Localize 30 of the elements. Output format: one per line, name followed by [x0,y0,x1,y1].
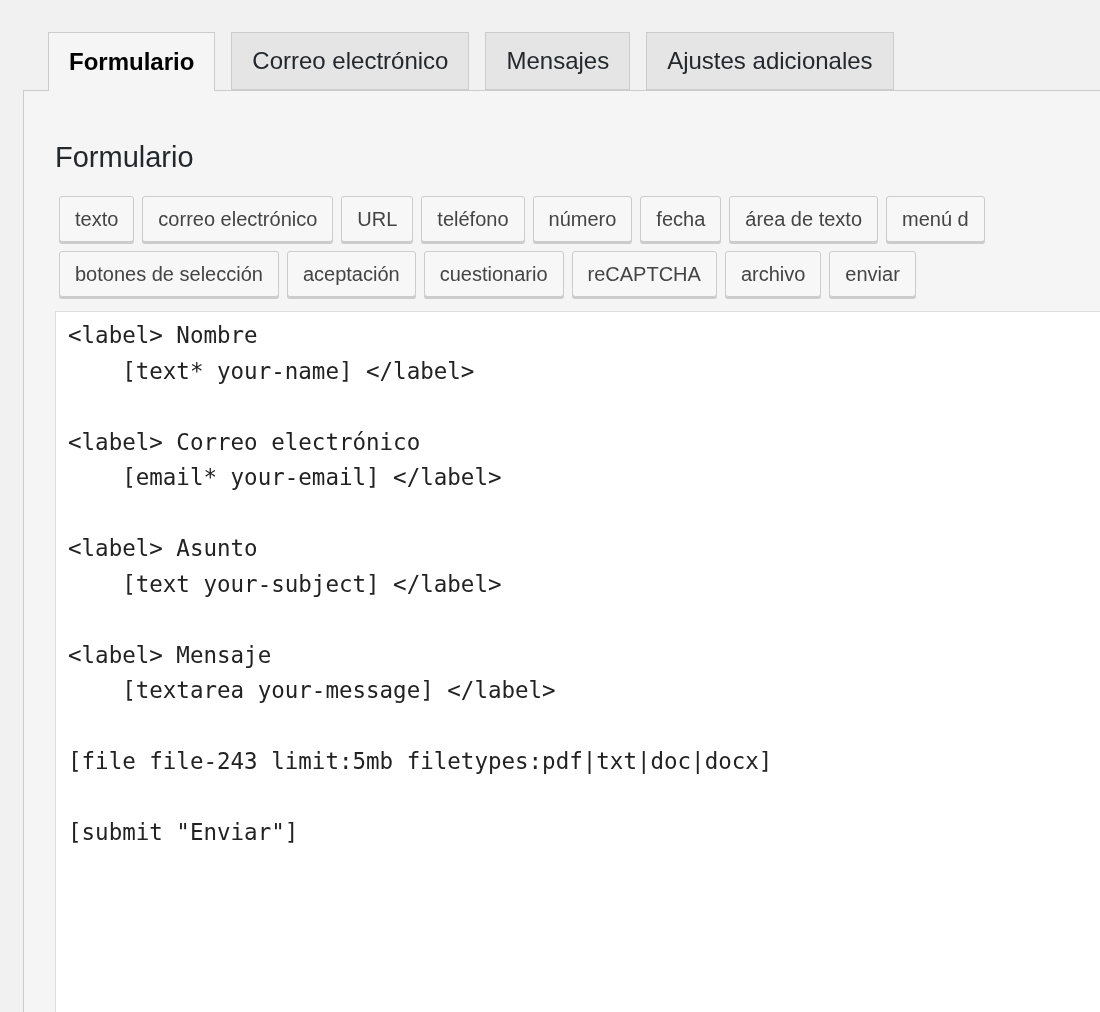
code-line: [text your-subject] </label> [121,569,502,599]
tag-button[interactable]: cuestionario [423,251,564,297]
tag-button[interactable]: enviar [829,251,916,297]
tag-button[interactable]: URL [341,196,414,242]
code-line: [text* your-name] </label> [121,356,475,386]
code-line: [email* your-email] </label> [121,463,502,492]
tag-button[interactable]: menú d [886,196,985,242]
tab[interactable]: Ajustes adicionales [646,32,894,90]
code-line: <label> Mensaje [68,640,272,670]
tab[interactable]: Mensajes [485,32,631,90]
tag-button[interactable]: archivo [724,251,822,297]
tab[interactable]: Correo electrónico [231,32,470,90]
code-editor[interactable] [55,311,1100,1012]
tab[interactable]: Formulario [48,32,216,91]
code-line: <label> Nombre [68,321,258,350]
tag-button[interactable]: aceptación [286,251,416,297]
tag-button[interactable]: botones de selección [59,251,279,297]
section-title: Formulario [55,141,195,174]
tag-button[interactable]: texto [59,196,135,242]
code-line: <label> Correo electrónico [68,427,421,457]
tag-button[interactable]: reCAPTCHA [571,251,717,297]
tag-button[interactable]: número [532,196,633,242]
code-line: [textarea your-message] </label> [121,676,556,705]
code-line: [file file-243 limit:5mb filetypes:pdf|txt|doc|docx] [68,747,773,776]
tag-button[interactable]: fecha [640,196,722,242]
code-line: [submit "Enviar"] [68,818,299,847]
code-line: <label> Asunto [68,534,258,563]
tag-button[interactable]: correo electrónico [142,196,334,242]
tag-button[interactable]: área de texto [729,196,878,242]
tag-button[interactable]: teléfono [421,196,525,242]
